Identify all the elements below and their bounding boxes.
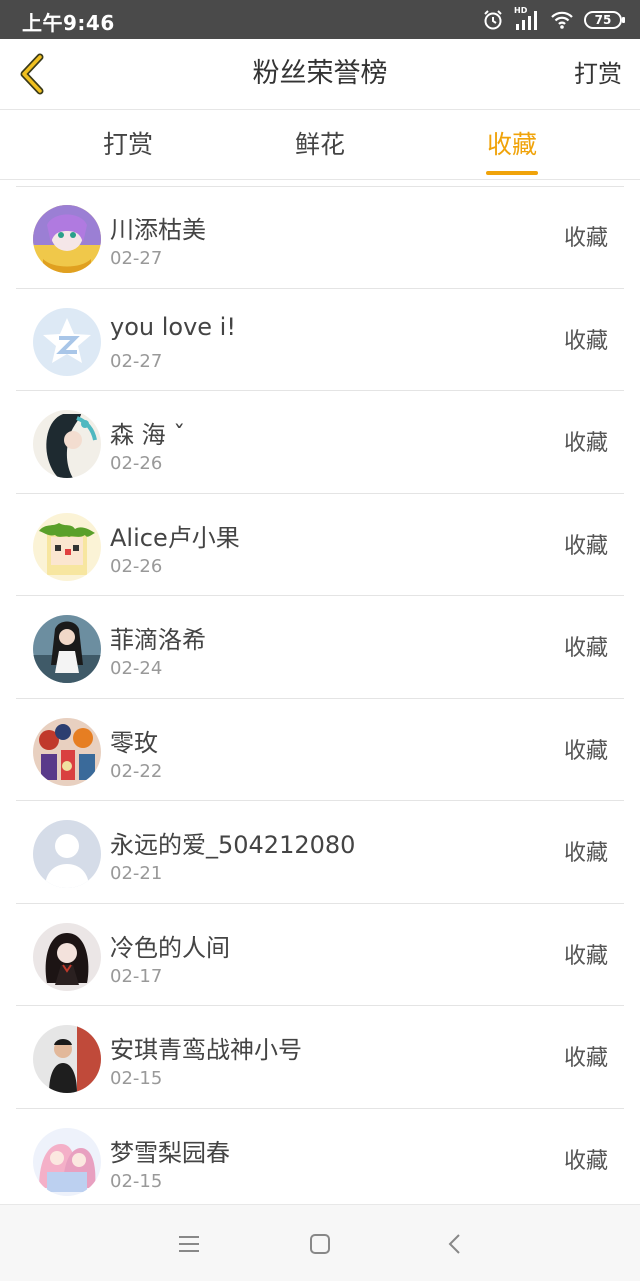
system-back-button[interactable] [440,1229,470,1259]
list-item[interactable]: 梦雪梨园春 02-15 收藏 [16,1109,624,1211]
fan-action: 收藏 [563,226,608,251]
avatar[interactable] [33,1025,101,1093]
avatar[interactable] [33,717,101,786]
tab-flowers[interactable]: 鲜花 [224,110,416,179]
avatar[interactable] [33,820,101,888]
back-chevron-icon [14,53,54,99]
home-button[interactable] [305,1229,335,1259]
tab-reward[interactable]: 打赏 [32,110,224,179]
list-item[interactable]: 川添枯美 02-27 收藏 [16,186,624,289]
avatar[interactable] [33,410,101,478]
avatar[interactable] [33,205,101,273]
list-item[interactable]: you love i! 02-27 收藏 [16,289,624,391]
avatar[interactable] [33,307,101,376]
fan-name: 森 海 ˇ [110,421,186,449]
avatar[interactable] [33,615,101,683]
wifi-icon [550,10,574,30]
signal-icon: HD [514,6,540,30]
list-item[interactable]: 零玫 02-22 收藏 [16,699,624,801]
home-square-icon [305,1229,335,1259]
fan-date: 02-17 [110,965,163,987]
fan-date: 02-15 [110,1170,163,1192]
avatar[interactable] [33,922,101,991]
alarm-icon [482,9,504,31]
menu-button[interactable] [174,1229,204,1259]
app-header: 粉丝荣誉榜 打赏 [0,39,640,110]
fan-action: 收藏 [563,738,608,764]
list-item[interactable]: 冷色的人间 02-17 收藏 [16,904,624,1006]
system-nav-bar [0,1204,640,1281]
fan-action: 收藏 [563,1046,608,1071]
active-tab-indicator [486,171,538,175]
list-item[interactable]: Alice卢小果 02-26 收藏 [16,494,624,596]
page-title: 粉丝荣誉榜 [252,58,388,89]
list-item[interactable]: 菲滴洛希 02-24 收藏 [16,596,624,699]
fan-name: 零玫 [110,728,158,757]
fan-action: 收藏 [563,636,608,661]
fan-date: 02-26 [110,555,163,577]
network-label: HD [514,6,528,15]
fan-action: 收藏 [563,943,608,969]
fan-name: 梦雪梨园春 [110,1138,230,1167]
menu-icon [174,1229,204,1259]
fan-date: 02-24 [110,658,163,679]
fan-name: you love i! [110,312,236,341]
tab-bar: 打赏 鲜花 收藏 [0,110,640,180]
avatar[interactable] [33,512,101,581]
reward-button[interactable]: 打赏 [574,39,622,109]
fan-action: 收藏 [563,328,608,354]
fan-date: 02-21 [110,863,163,884]
fan-date: 02-15 [110,1068,163,1089]
fan-list: 川添枯美 02-27 收藏 you love i! 02-27 收藏 森 海 ˇ… [0,186,640,1211]
fan-date: 02-27 [110,248,163,269]
fan-name: 川添枯美 [110,216,206,244]
status-bar: 上午9:46 HD 75 [0,0,640,39]
fan-date: 02-26 [110,453,163,474]
fan-name: Alice卢小果 [110,523,240,552]
back-button[interactable] [14,53,54,95]
fan-action: 收藏 [563,431,608,456]
fan-name: 安琪青鸾战神小号 [110,1036,302,1064]
fan-action: 收藏 [563,841,608,866]
fan-action: 收藏 [563,1148,608,1174]
list-item[interactable]: 永远的爱_504212080 02-21 收藏 [16,801,624,904]
battery-indicator: 75 [584,11,625,29]
fan-name: 菲滴洛希 [110,626,206,654]
status-icons: HD 75 [482,6,625,32]
fan-date: 02-27 [110,350,163,372]
list-item[interactable]: 森 海 ˇ 02-26 收藏 [16,391,624,494]
fan-date: 02-22 [110,760,163,782]
fan-name: 冷色的人间 [110,933,230,962]
avatar[interactable] [33,1127,101,1196]
fan-name: 永远的爱_504212080 [110,831,356,859]
back-chevron-icon [440,1229,470,1259]
fan-action: 收藏 [563,533,608,559]
status-time: 上午9:46 [22,11,115,35]
tab-favorites[interactable]: 收藏 [416,110,608,179]
list-item[interactable]: 安琪青鸾战神小号 02-15 收藏 [16,1006,624,1109]
